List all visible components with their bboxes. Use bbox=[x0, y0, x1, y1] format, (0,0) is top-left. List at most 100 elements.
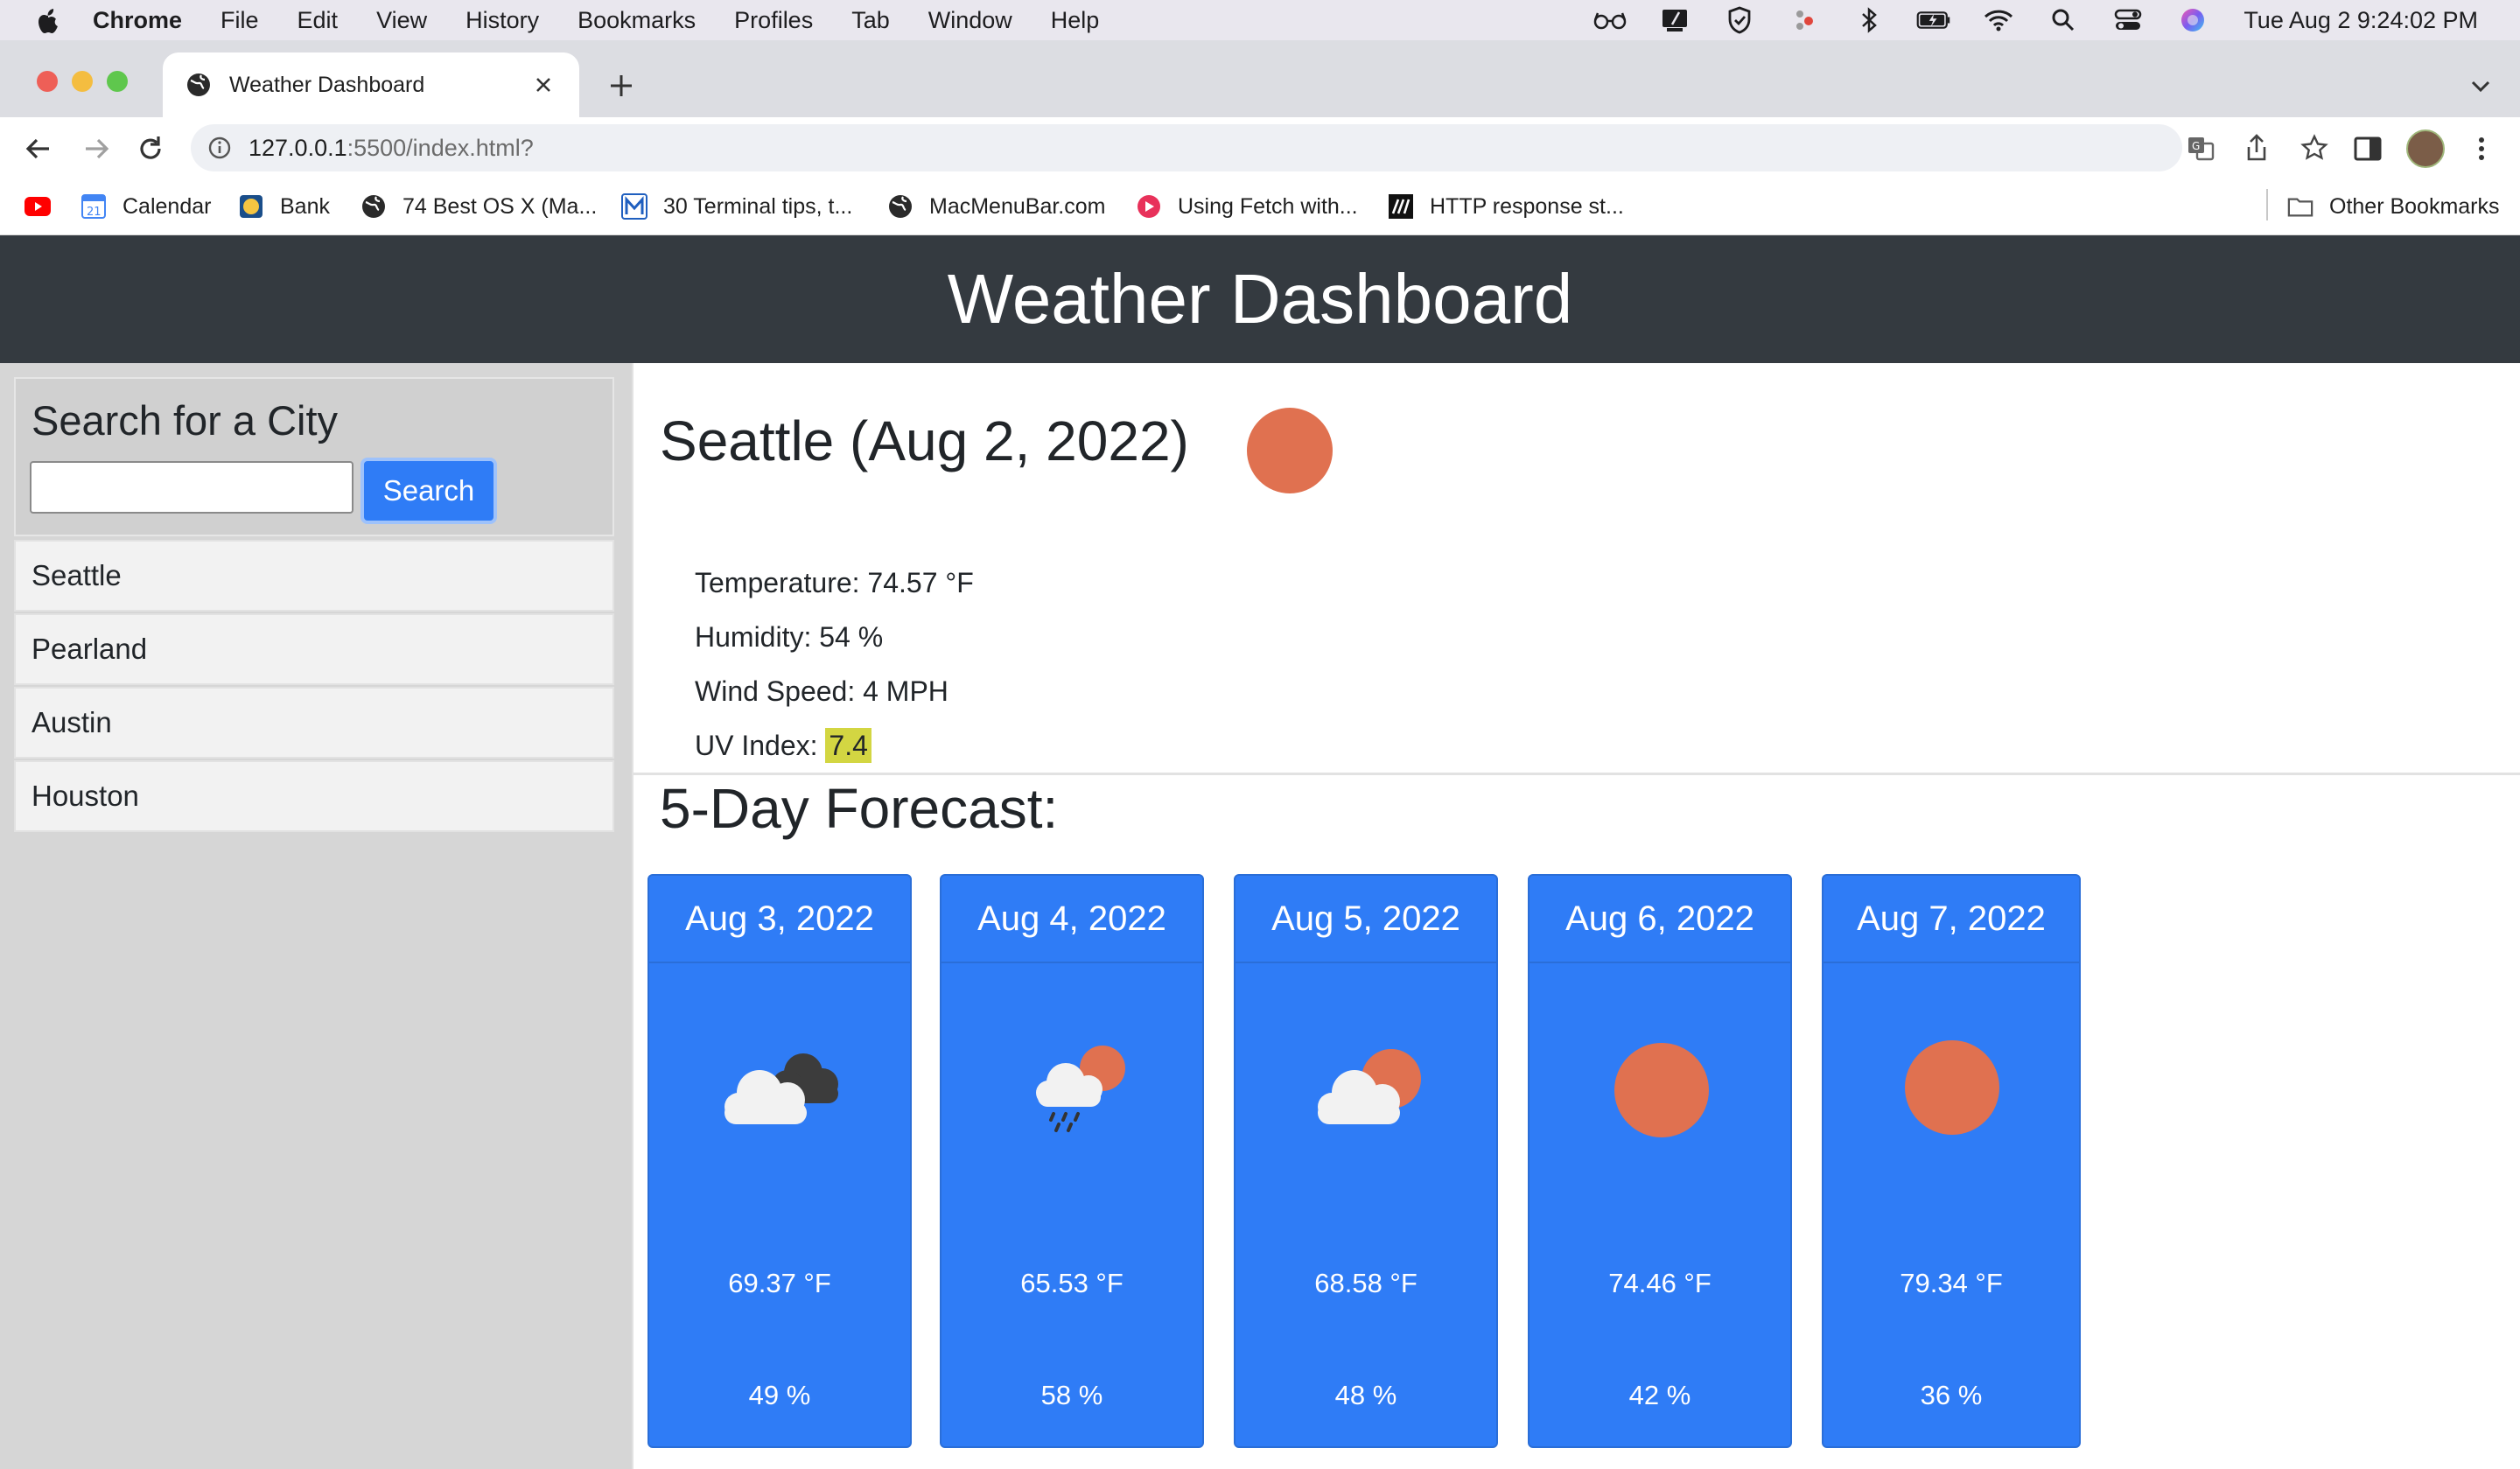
new-tab-plus-icon[interactable] bbox=[604, 68, 639, 103]
menu-file[interactable]: File bbox=[220, 7, 259, 34]
bookmark-youtube[interactable] bbox=[24, 178, 66, 234]
bluetooth-icon[interactable] bbox=[1852, 7, 1886, 33]
forecast-humidity: 49 % bbox=[748, 1380, 811, 1410]
bookmark-label: Using Fetch with... bbox=[1178, 193, 1358, 219]
history-item-houston[interactable]: Houston bbox=[14, 760, 614, 832]
menu-bookmarks[interactable]: Bookmarks bbox=[578, 7, 696, 34]
menu-view[interactable]: View bbox=[376, 7, 427, 34]
svg-text:G: G bbox=[2192, 140, 2200, 152]
page-header: Weather Dashboard bbox=[0, 235, 2520, 363]
menu-history[interactable]: History bbox=[466, 7, 539, 34]
forecast-date: Aug 3, 2022 bbox=[649, 876, 910, 963]
search-button[interactable]: Search bbox=[360, 458, 497, 524]
window-zoom-button[interactable] bbox=[107, 71, 128, 92]
siri-icon[interactable] bbox=[2175, 7, 2210, 33]
svg-text:21: 21 bbox=[87, 206, 102, 219]
url-text[interactable]: 127.0.0.1:5500/index.html? bbox=[248, 135, 534, 162]
uv-badge: 7.4 bbox=[825, 728, 872, 763]
bookmark-label: Calendar bbox=[122, 193, 212, 219]
bookmark-macmenubar[interactable]: MacMenuBar.com bbox=[887, 178, 1105, 234]
history-item-seattle[interactable]: Seattle bbox=[14, 540, 614, 612]
glasses-icon[interactable] bbox=[1592, 7, 1628, 33]
tab-weather-dashboard[interactable]: Weather Dashboard bbox=[163, 52, 579, 117]
folder-icon bbox=[2287, 193, 2314, 220]
menu-help[interactable]: Help bbox=[1051, 7, 1100, 34]
bookmark-label: 74 Best OS X (Ma... bbox=[402, 193, 598, 219]
current-wind-speed: Wind Speed: 4 MPH bbox=[695, 675, 948, 707]
spotlight-search-icon[interactable] bbox=[2046, 7, 2081, 33]
bookmark-star-icon[interactable] bbox=[2300, 133, 2329, 163]
reload-icon[interactable] bbox=[133, 131, 168, 166]
bookmark-using-fetch[interactable]: Using Fetch with... bbox=[1136, 178, 1358, 234]
apple-logo-icon[interactable] bbox=[33, 5, 63, 35]
history-item-austin[interactable]: Austin bbox=[14, 687, 614, 759]
forecast-temperature: 65.53 °F bbox=[1020, 1268, 1124, 1298]
sun-icon bbox=[1247, 408, 1333, 493]
control-center-icon[interactable] bbox=[2110, 7, 2146, 33]
forward-arrow-icon[interactable] bbox=[79, 131, 114, 166]
bookmark-http-response[interactable]: HTTP response st... bbox=[1388, 178, 1624, 234]
menu-bar-status-area: Tue Aug 2 9:24:02 PM bbox=[1563, 0, 2520, 40]
battery-icon[interactable] bbox=[1916, 7, 1951, 33]
translate-icon[interactable]: G bbox=[2186, 133, 2216, 163]
sun-icon bbox=[1905, 1040, 1999, 1135]
profile-avatar[interactable] bbox=[2406, 129, 2445, 168]
forecast-temperature: 69.37 °F bbox=[728, 1268, 831, 1298]
history-item-pearland[interactable]: Pearland bbox=[14, 613, 614, 685]
forecast-date: Aug 7, 2022 bbox=[1824, 876, 2079, 963]
youtube-icon bbox=[24, 193, 51, 220]
forecast-card: Aug 7, 2022 79.34 °F 36 % bbox=[1822, 874, 2081, 1448]
site-info-icon[interactable] bbox=[206, 135, 233, 161]
red-play-icon bbox=[1136, 193, 1162, 220]
dots-icon[interactable] bbox=[1787, 7, 1822, 33]
bookmark-bank[interactable]: Bank bbox=[238, 178, 330, 234]
menu-chrome[interactable]: Chrome bbox=[93, 7, 182, 34]
sun-icon bbox=[1614, 1043, 1709, 1137]
other-bookmarks-folder[interactable]: Other Bookmarks bbox=[2287, 178, 2500, 234]
forecast-card: Aug 4, 2022 65.53 °F 58 % bbox=[940, 874, 1204, 1448]
forecast-date: Aug 5, 2022 bbox=[1236, 876, 1496, 963]
forecast-humidity: 42 % bbox=[1628, 1380, 1691, 1410]
more-menu-icon[interactable] bbox=[2464, 131, 2499, 166]
page-title: Weather Dashboard bbox=[947, 260, 1573, 338]
share-icon[interactable] bbox=[2242, 133, 2272, 163]
forecast-temperature: 74.46 °F bbox=[1608, 1268, 1712, 1298]
current-weather-title: Seattle (Aug 2, 2022) bbox=[660, 409, 1189, 472]
bookmark-label: MacMenuBar.com bbox=[929, 193, 1106, 219]
window-close-button[interactable] bbox=[37, 71, 58, 92]
current-uv-index: UV Index: 7.4 bbox=[695, 718, 974, 773]
partly-cloudy-icon bbox=[1318, 1049, 1421, 1124]
address-bar[interactable]: 127.0.0.1:5500/index.html? G bbox=[191, 124, 2328, 171]
bookmark-terminal-tips[interactable]: 30 Terminal tips, t... bbox=[621, 178, 852, 234]
current-humidity: Humidity: 54 % bbox=[695, 621, 884, 653]
weather-main-panel: Seattle (Aug 2, 2022) Temperature: 74.57… bbox=[632, 363, 2520, 1469]
menu-bar-clock[interactable]: Tue Aug 2 9:24:02 PM bbox=[2244, 7, 2478, 34]
back-arrow-icon[interactable] bbox=[21, 131, 56, 166]
tab-close-icon[interactable] bbox=[527, 68, 560, 101]
wifi-icon[interactable] bbox=[1981, 7, 2016, 33]
uv-label: UV Index: bbox=[695, 730, 826, 761]
menu-profiles[interactable]: Profiles bbox=[734, 7, 813, 34]
forecast-temperature: 79.34 °F bbox=[1900, 1268, 2003, 1298]
menu-window[interactable]: Window bbox=[928, 7, 1012, 34]
bookmark-best-osx[interactable]: 74 Best OS X (Ma... bbox=[360, 178, 597, 234]
bookmark-calendar[interactable]: 21 Calendar bbox=[80, 178, 211, 234]
city-search-input[interactable] bbox=[30, 461, 354, 514]
other-bookmarks-label: Other Bookmarks bbox=[2329, 193, 2500, 219]
menu-edit[interactable]: Edit bbox=[298, 7, 339, 34]
forecast-card: Aug 5, 2022 68.58 °F 48 % bbox=[1234, 874, 1498, 1448]
tab-search-chevron-icon[interactable] bbox=[2468, 73, 2494, 100]
shield-icon[interactable] bbox=[1722, 6, 1757, 34]
search-history-list: Seattle Pearland Austin Houston bbox=[14, 540, 614, 834]
bookmarks-separator bbox=[2266, 189, 2268, 220]
display-status-icon[interactable] bbox=[1657, 7, 1692, 33]
bookmarks-bar: 21 Calendar Bank 74 Best OS X (Ma... 30 … bbox=[0, 178, 2520, 235]
bank-icon bbox=[238, 193, 264, 220]
forecast-card: Aug 3, 2022 69.37 °F 49 % bbox=[648, 874, 912, 1448]
bookmark-label: Bank bbox=[280, 193, 330, 219]
window-minimize-button[interactable] bbox=[72, 71, 93, 92]
side-panel-icon[interactable] bbox=[2350, 131, 2385, 166]
rain-sun-cloud-icon bbox=[1036, 1046, 1125, 1132]
globe-icon bbox=[187, 73, 210, 96]
menu-tab[interactable]: Tab bbox=[851, 7, 890, 34]
